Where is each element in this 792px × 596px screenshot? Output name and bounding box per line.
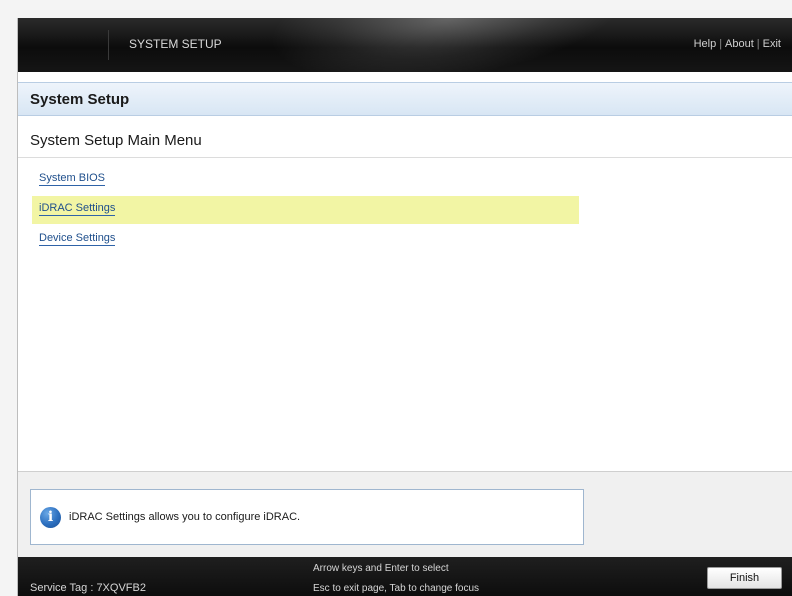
setup-window: SYSTEM SETUP Help | About | Exit System Setu…: [17, 18, 792, 596]
menu-item-idrac-settings[interactable]: iDRAC Settings: [32, 196, 579, 224]
menu-item-device-settings[interactable]: Device Settings: [32, 226, 579, 254]
help-link[interactable]: Help: [694, 38, 717, 50]
menu-item-label: System BIOS: [39, 172, 106, 186]
key-hint-navigation: Esc to exit page, Tab to change focus: [313, 583, 480, 594]
finish-button[interactable]: Finish: [707, 567, 782, 589]
link-separator: |: [756, 38, 760, 50]
top-bar-divider: [108, 30, 109, 60]
top-bar-sheen: [261, 18, 635, 72]
footer-bar: Service Tag : 7XQVFB2 Arrow keys and Ent…: [18, 557, 792, 596]
menu-item-label: Device Settings: [39, 232, 116, 246]
about-link[interactable]: About: [725, 38, 754, 50]
help-box: i iDRAC Settings allows you to configure…: [30, 489, 584, 545]
menu-divider: [18, 157, 792, 158]
link-separator: |: [719, 38, 723, 50]
menu-item-system-bios[interactable]: System BIOS: [32, 166, 579, 194]
menu-title: System Setup Main Menu: [30, 132, 202, 149]
key-hint-select: Arrow keys and Enter to select: [313, 563, 449, 574]
help-text: iDRAC Settings allows you to configure i…: [69, 511, 301, 523]
help-area: i iDRAC Settings allows you to configure…: [18, 472, 792, 557]
menu-item-label: iDRAC Settings: [39, 202, 116, 216]
page-title: System Setup: [30, 91, 130, 108]
page-header: System Setup: [18, 82, 792, 116]
top-bar: SYSTEM SETUP Help | About | Exit: [18, 18, 792, 72]
service-tag: Service Tag : 7XQVFB2: [30, 582, 146, 594]
top-links: Help | About | Exit: [694, 38, 781, 50]
info-icon: i: [40, 507, 61, 528]
exit-link[interactable]: Exit: [763, 38, 781, 50]
app-title: SYSTEM SETUP: [129, 37, 222, 51]
